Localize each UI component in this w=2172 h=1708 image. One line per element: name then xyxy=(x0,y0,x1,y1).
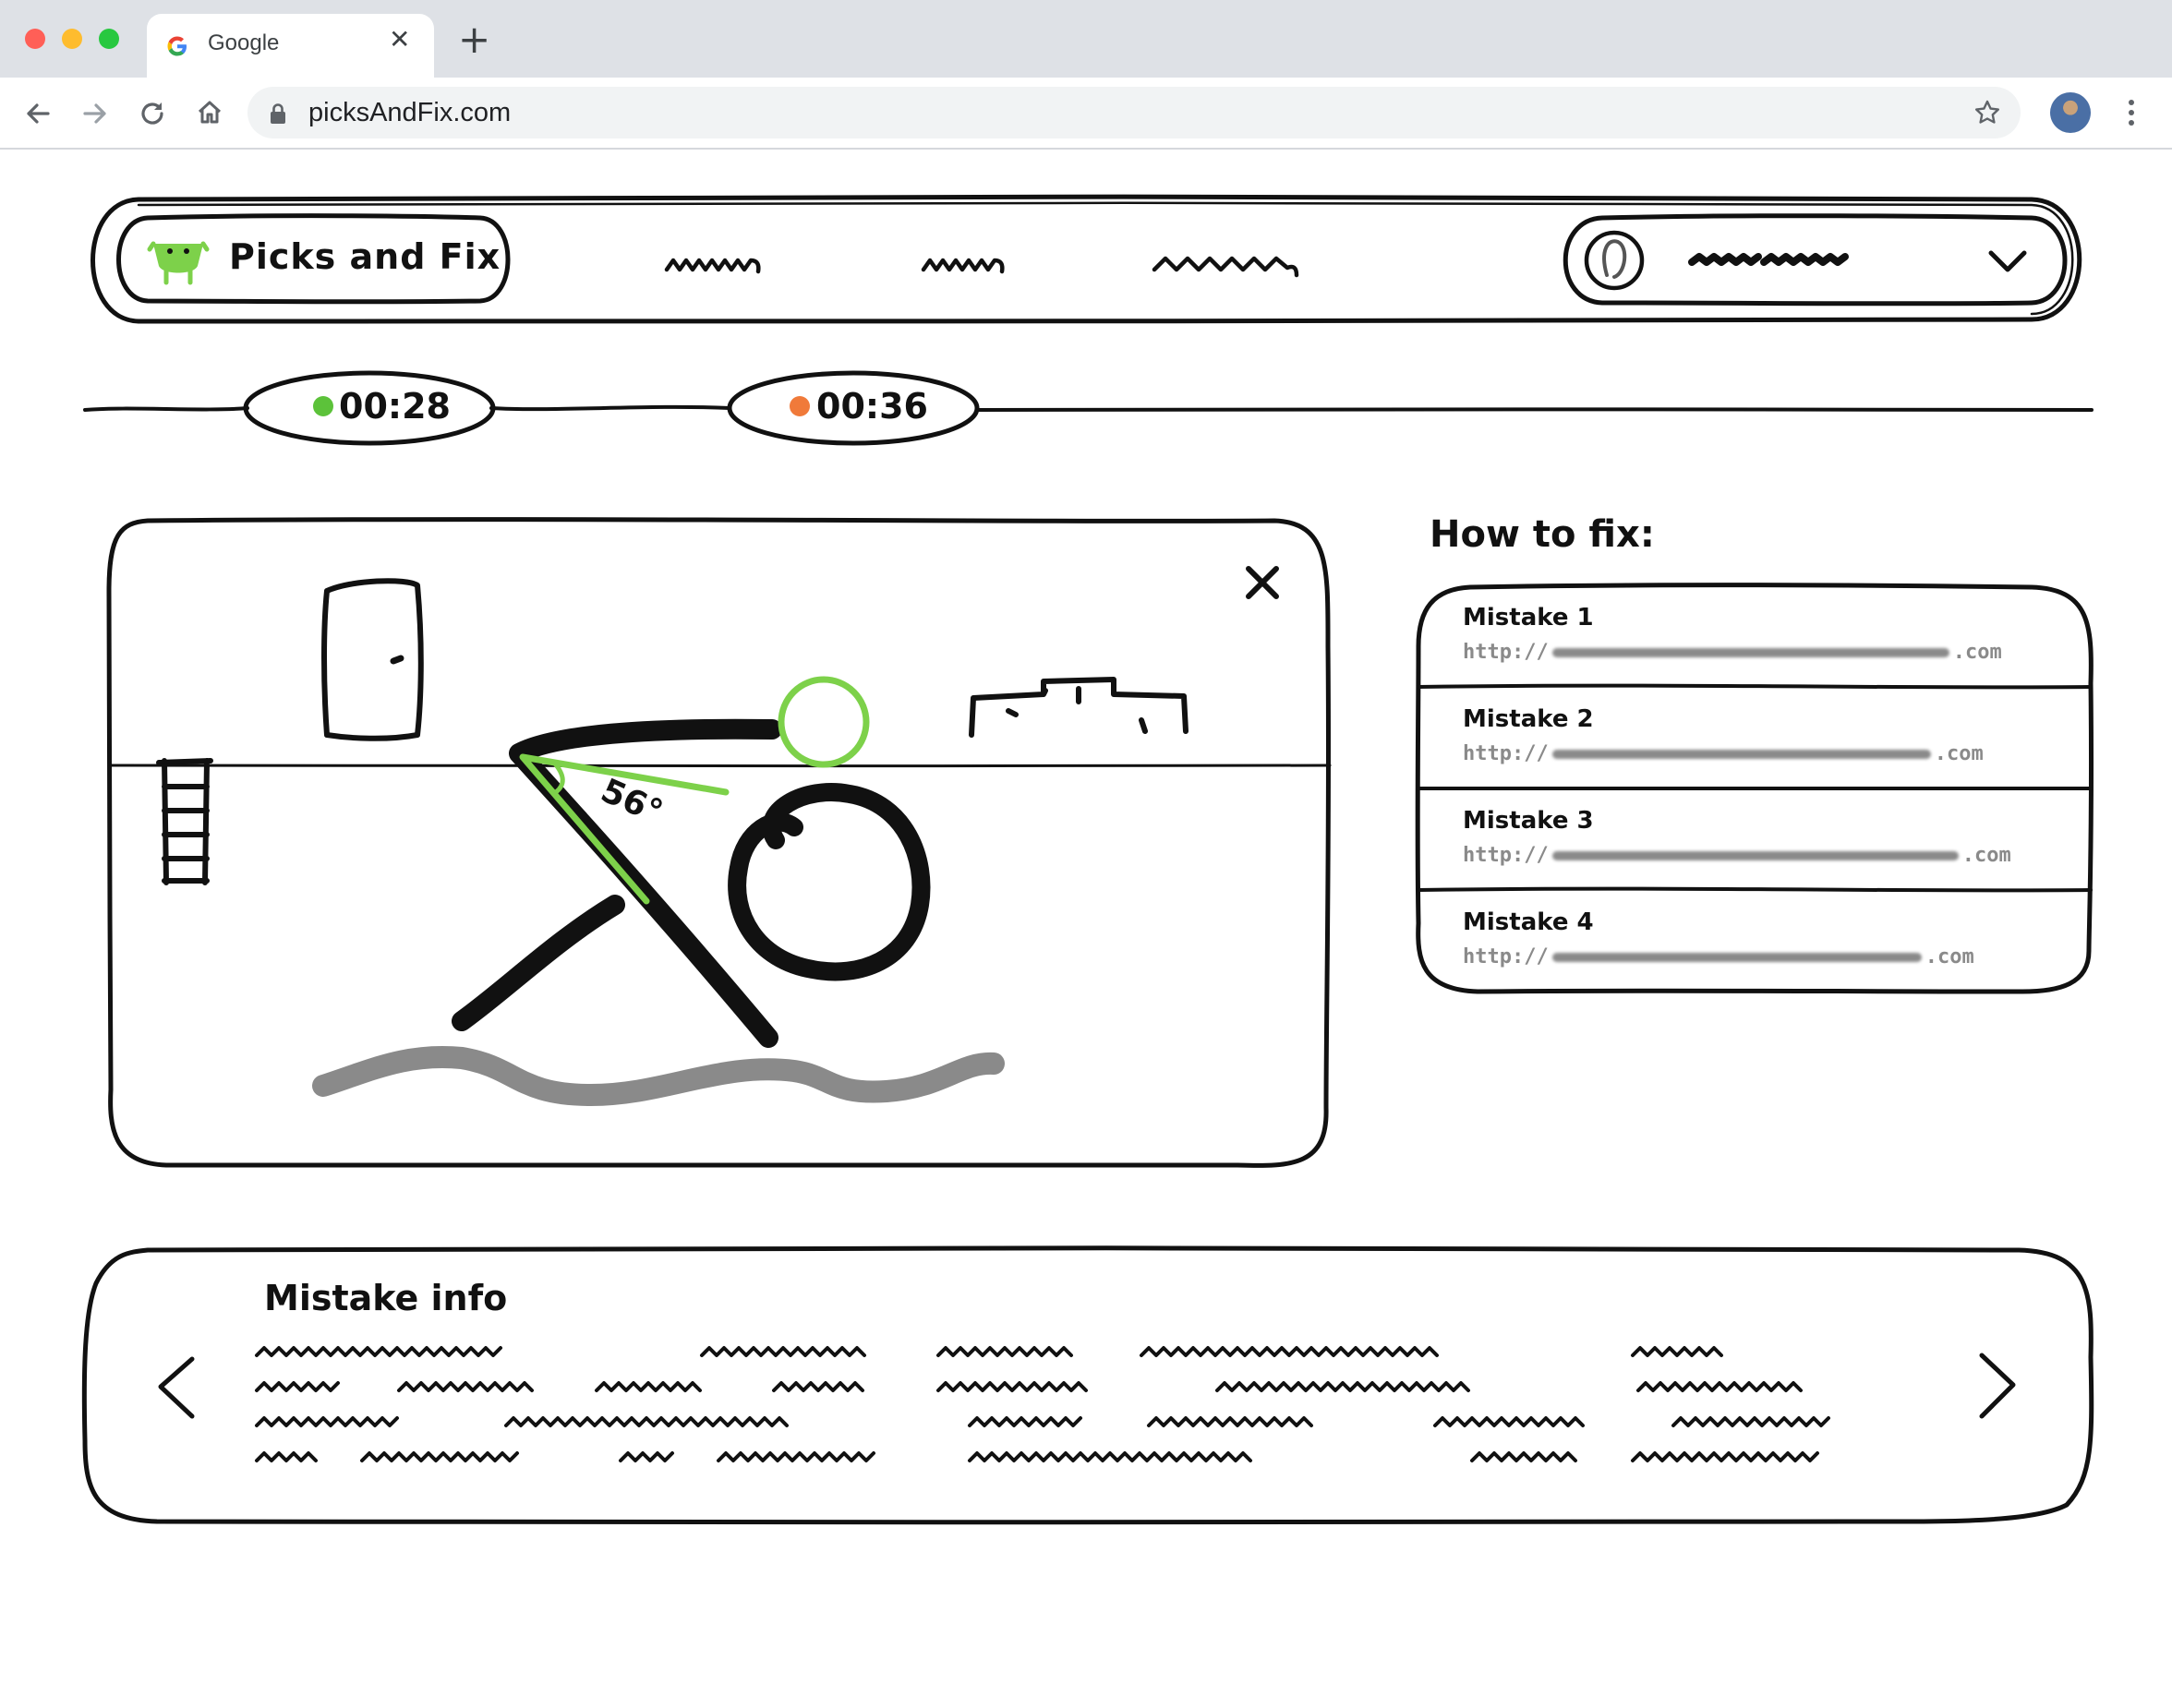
mistake-item-2[interactable]: Mistake 2 http://.com xyxy=(1463,705,1984,765)
mistake-link[interactable]: http://.com xyxy=(1463,742,1984,765)
blurred-url xyxy=(1551,851,1959,860)
logo-mascot-icon xyxy=(147,241,210,285)
mistake-info-text-squiggles xyxy=(255,1346,1830,1462)
mistake-item-3[interactable]: Mistake 3 http://.com xyxy=(1463,807,2011,867)
athlete-leg xyxy=(452,895,625,1031)
timer-2-status-dot xyxy=(790,396,810,416)
mistake-link[interactable]: http://.com xyxy=(1463,844,2011,867)
nav-link-1[interactable] xyxy=(646,244,813,281)
timer-1-time: 00:28 xyxy=(339,386,451,427)
blurred-url xyxy=(1551,750,1931,759)
mistake-title: Mistake 3 xyxy=(1463,807,1594,835)
mistake-title: Mistake 2 xyxy=(1463,705,1594,733)
door-drawing xyxy=(321,578,424,741)
athlete-head xyxy=(728,783,931,981)
how-to-fix-title: How to fix: xyxy=(1430,513,1655,556)
ladder-drawing xyxy=(156,758,213,885)
target-circle xyxy=(778,676,870,768)
prev-button[interactable] xyxy=(144,1344,209,1429)
close-button[interactable] xyxy=(1237,558,1287,607)
next-button[interactable] xyxy=(1967,1341,2032,1429)
mistake-link[interactable]: http://.com xyxy=(1463,641,2002,664)
water-line xyxy=(312,1045,1005,1106)
mistake-item-1[interactable]: Mistake 1 http://.com xyxy=(1463,604,2002,664)
mistake-item-4[interactable]: Mistake 4 http://.com xyxy=(1463,908,1974,968)
logo-text[interactable]: Picks and Fix xyxy=(229,236,501,277)
timer-1-status-dot xyxy=(313,396,333,416)
mistake-title: Mistake 1 xyxy=(1463,604,1594,631)
mistake-link[interactable]: http://.com xyxy=(1463,945,1974,968)
blurred-url xyxy=(1551,648,1949,657)
mistake-title: Mistake 4 xyxy=(1463,908,1594,936)
blurred-url xyxy=(1551,953,1922,962)
nav-link-3[interactable] xyxy=(1145,244,1358,281)
timer-2-time: 00:36 xyxy=(816,386,928,427)
nav-link-2[interactable] xyxy=(914,244,1053,281)
mistake-info-title: Mistake info xyxy=(264,1278,508,1318)
user-menu-dropdown[interactable] xyxy=(1561,218,2078,303)
